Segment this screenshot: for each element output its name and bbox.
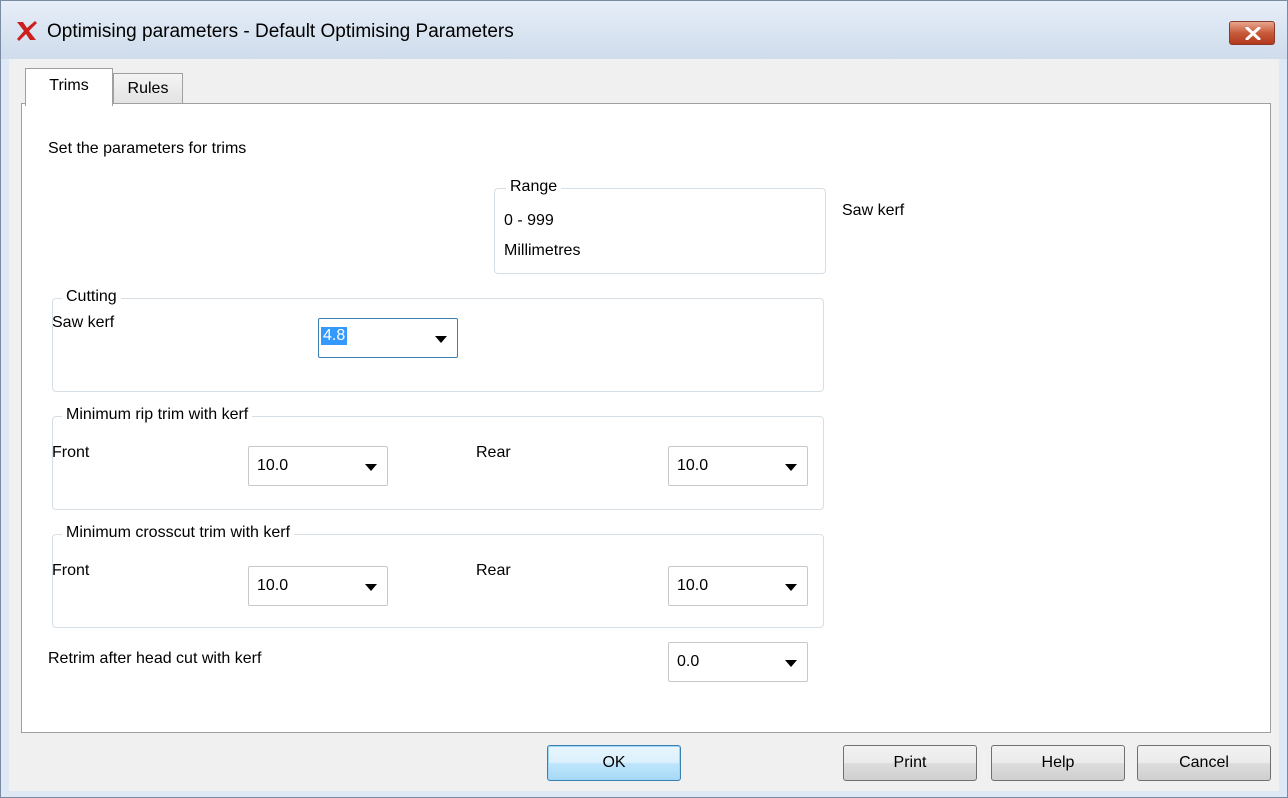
dialog-client: Trims Rules Set the parameters for trims… (9, 59, 1279, 791)
saw-kerf-combo[interactable]: 4.8 (318, 318, 458, 358)
chevron-down-icon (785, 660, 797, 667)
retrim-combo[interactable]: 0.0 (668, 642, 808, 682)
close-icon (1245, 27, 1261, 40)
app-logo-icon (17, 21, 37, 41)
help-button[interactable]: Help (991, 745, 1125, 781)
crosscut-front-value: 10.0 (257, 577, 289, 594)
crosscut-front-label: Front (52, 562, 90, 579)
cancel-button[interactable]: Cancel (1137, 745, 1271, 781)
retrim-label: Retrim after head cut with kerf (48, 650, 262, 667)
illustration-caption: Saw kerf (842, 202, 905, 219)
chevron-down-icon (435, 336, 447, 343)
retrim-value: 0.0 (677, 653, 700, 670)
chevron-down-icon (365, 584, 377, 591)
window-title: Optimising parameters - Default Optimisi… (47, 21, 514, 42)
ok-button[interactable]: OK (547, 745, 681, 781)
chevron-down-icon (785, 464, 797, 471)
dialog-window: Optimising parameters - Default Optimisi… (0, 0, 1288, 798)
rip-front-value: 10.0 (257, 457, 289, 474)
rip-rear-combo[interactable]: 10.0 (668, 446, 808, 486)
crosscut-front-combo[interactable]: 10.0 (248, 566, 388, 606)
tab-trims[interactable]: Trims (25, 68, 113, 106)
cutting-legend: Cutting (62, 288, 121, 306)
trims-panel: Set the parameters for trims Range 0 - 9… (21, 103, 1271, 733)
crosscut-rear-value: 10.0 (677, 577, 709, 594)
saw-kerf-label: Saw kerf (52, 314, 115, 331)
rip-rear-label: Rear (476, 444, 511, 461)
range-legend: Range (506, 178, 562, 196)
title-bar: Optimising parameters - Default Optimisi… (1, 1, 1287, 59)
rip-front-combo[interactable]: 10.0 (248, 446, 388, 486)
chevron-down-icon (365, 464, 377, 471)
range-values: 0 - 999 (504, 212, 554, 229)
rip-rear-value: 10.0 (677, 457, 709, 474)
saw-kerf-value: 4.8 (321, 327, 348, 345)
chevron-down-icon (785, 584, 797, 591)
crosscut-rear-combo[interactable]: 10.0 (668, 566, 808, 606)
print-button[interactable]: Print (843, 745, 977, 781)
intro-text: Set the parameters for trims (48, 140, 247, 157)
rip-front-label: Front (52, 444, 90, 461)
close-button[interactable] (1229, 21, 1275, 45)
range-group (494, 188, 826, 274)
crosscut-trim-legend: Minimum crosscut trim with kerf (62, 524, 295, 542)
crosscut-rear-label: Rear (476, 562, 511, 579)
range-unit: Millimetres (504, 242, 581, 259)
rip-trim-legend: Minimum rip trim with kerf (62, 406, 253, 424)
tab-rules[interactable]: Rules (113, 73, 183, 103)
